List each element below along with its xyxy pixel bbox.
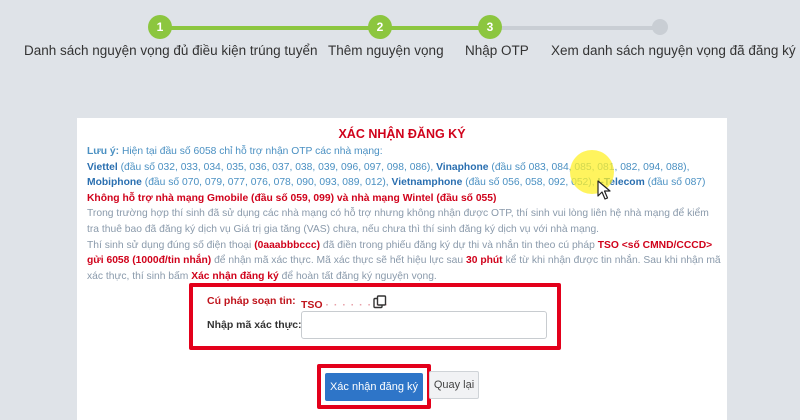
back-button[interactable]: Quay lại bbox=[429, 371, 479, 399]
otp-form-box: Cú pháp soạn tin: TSO · · · · · · · · Nh… bbox=[189, 283, 561, 350]
carrier-viettel: Viettel bbox=[87, 161, 118, 173]
unsupported-carriers: Không hỗ trợ nhà mạng Gmobile (đầu số 05… bbox=[87, 192, 497, 204]
syntax-label: Cú pháp soạn tin: bbox=[207, 295, 296, 307]
phone-note-part-5: để hoàn tất đăng ký nguyện vọng. bbox=[281, 270, 437, 282]
phone-note-part-2: đã điền trong phiếu đăng ký dự thi và nh… bbox=[322, 239, 595, 251]
note-intro: Hiện tại đầu số 6058 chỉ hỗ trợ nhận OTP… bbox=[121, 146, 383, 157]
carrier-viettel-prefixes: (đầu số 032, 033, 034, 035, 036, 037, 03… bbox=[120, 161, 434, 173]
syntax-value-text: TSO bbox=[301, 299, 326, 311]
phone-note-part-3: để nhận mã xác thực. Mã xác thực sẽ hết … bbox=[214, 255, 464, 267]
carrier-line-2: Mobiphone (đầu số 070, 079, 077, 076, 07… bbox=[87, 175, 721, 191]
phone-placeholder: (0aaabbbccc) bbox=[254, 239, 321, 251]
step-2-label[interactable]: Thêm nguyện vọng bbox=[328, 43, 444, 58]
phone-note: Thí sinh sử dụng đúng số điện thoại (0aa… bbox=[87, 238, 721, 285]
step-3-label: Nhập OTP bbox=[465, 43, 529, 58]
otp-notes: Lưu ý: Hiện tại đầu số 6058 chỉ hỗ trợ n… bbox=[87, 144, 721, 284]
step-1-label[interactable]: Danh sách nguyện vọng đủ điều kiện trúng… bbox=[24, 43, 317, 58]
stepper-track-pending bbox=[490, 26, 660, 30]
stepper-track-complete bbox=[160, 26, 490, 30]
step-2-dot: 2 bbox=[368, 15, 392, 39]
mouse-cursor-icon bbox=[597, 180, 611, 200]
otp-input[interactable] bbox=[301, 311, 547, 339]
phone-note-part-1: Thí sinh sử dụng đúng số điện thoại bbox=[87, 239, 252, 251]
confirm-reference: Xác nhận đăng ký bbox=[191, 270, 279, 282]
carrier-line-1: Viettel (đầu số 032, 033, 034, 035, 036,… bbox=[87, 160, 721, 176]
progress-stepper: 1 2 3 Danh sách nguyện vọng đủ điều kiện… bbox=[0, 0, 800, 70]
page-title: XÁC NHẬN ĐĂNG KÝ bbox=[338, 127, 466, 141]
step-1-dot: 1 bbox=[148, 15, 172, 39]
note-label: Lưu ý: bbox=[87, 146, 120, 157]
copy-icon[interactable] bbox=[373, 295, 387, 309]
step-4-label: Xem danh sách nguyện vọng đã đăng ký bbox=[551, 43, 796, 58]
carrier-mobiphone: Mobiphone bbox=[87, 177, 142, 189]
carrier-mobiphone-prefixes: (đầu số 070, 079, 077, 076, 078, 090, 09… bbox=[144, 177, 389, 189]
carrier-vinaphone: Vinaphone bbox=[436, 161, 489, 173]
carrier-vietnamphone: Vietnamphone bbox=[391, 177, 463, 189]
vas-note: Trong trường hợp thí sinh đã sử dụng các… bbox=[87, 208, 709, 235]
step-4-dot bbox=[652, 19, 668, 35]
step-3-dot: 3 bbox=[478, 15, 502, 39]
note-intro-line: Lưu ý: Hiện tại đầu số 6058 chỉ hỗ trợ n… bbox=[87, 144, 721, 160]
otp-validity: 30 phút bbox=[466, 255, 503, 267]
carrier-itelecom-prefixes: (đầu số 087) bbox=[647, 177, 706, 189]
otp-label: Nhập mã xác thực: bbox=[207, 319, 302, 331]
confirm-registration-button[interactable]: Xác nhận đăng ký bbox=[325, 373, 423, 401]
otp-confirmation-panel: XÁC NHẬN ĐĂNG KÝ Lưu ý: Hiện tại đầu số … bbox=[77, 118, 727, 420]
confirm-button-box: Xác nhận đăng ký bbox=[317, 364, 431, 409]
